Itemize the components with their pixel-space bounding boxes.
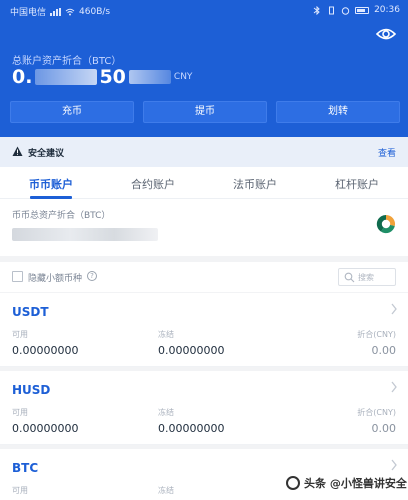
search-input[interactable]: 搜索 [338,268,396,286]
header-panel: 中国电信 460B/s 20:36 总账户资产折合（BTC） 0. 50 CNY… [0,0,408,137]
masked-digits [35,69,98,85]
search-placeholder: 搜索 [358,273,374,282]
bluetooth-icon [313,5,320,15]
spot-total-label: 币币总资产折合（BTC） [12,211,111,221]
view-link[interactable]: 查看 [378,146,396,159]
available-value: 0.00000000 [12,422,79,435]
vibrate-icon [329,6,335,14]
status-bar: 中国电信 460B/s 20:36 [0,0,408,20]
masked-digits [128,70,171,84]
asset-value-mid: 50 [99,66,126,88]
action-buttons: 充币 提币 划转 [10,101,400,123]
total-asset-value: 0. 50 CNY [12,66,192,88]
deposit-button[interactable]: 充币 [10,101,134,123]
warning-icon [12,146,23,156]
watermark-logo-icon [286,476,300,490]
frozen-header: 冻结 [158,486,174,495]
coin-name: USDT [12,305,49,319]
available-header: 可用 [12,330,28,339]
coin-name: HUSD [12,383,51,397]
signal-icon [50,7,62,16]
available-header: 可用 [12,486,28,495]
help-icon[interactable]: ? [87,271,97,281]
masked-spot-total [12,228,158,241]
security-advice-text: 安全建议 [28,149,65,159]
available-value: 0.00000000 [12,344,79,357]
hide-small-checkbox[interactable] [12,271,23,282]
search-icon [344,272,355,283]
alarm-icon [341,6,350,15]
watermark-text: 头条 @小怪兽讲安全 [304,477,407,490]
chevron-right-icon [391,459,397,471]
available-header: 可用 [12,408,28,417]
tab-contract-account[interactable]: 合约账户 [102,176,204,192]
chevron-right-icon [391,303,397,315]
account-tabs: 币币账户 合约账户 法币账户 杠杆账户 [0,167,408,199]
eye-icon[interactable] [376,26,396,42]
filter-bar: 隐藏小额币种 ? 搜索 [0,262,408,292]
wifi-icon [65,8,75,15]
asset-value-prefix: 0. [12,66,33,88]
frozen-header: 冻结 [158,408,174,417]
asset-unit: CNY [173,72,193,82]
chevron-right-icon [391,381,397,393]
security-advice-bar[interactable]: 安全建议 查看 [0,137,408,167]
spot-summary: 币币总资产折合（BTC） [0,199,408,256]
hide-small-label: 隐藏小额币种 [28,274,83,284]
equivalent-header: 折合(CNY) [357,330,396,339]
frozen-header: 冻结 [158,330,174,339]
equivalent-value: 0.00 [371,422,397,435]
equivalent-header: 折合(CNY) [357,408,396,417]
frozen-value: 0.00000000 [158,344,225,357]
asset-distribution-pie-icon[interactable] [376,214,396,234]
coin-row[interactable]: HUSD 可用 冻结 折合(CNY) 0.00000000 0.00000000… [0,371,408,445]
coin-name: BTC [12,461,39,475]
battery-icon [355,6,370,14]
withdraw-button[interactable]: 提币 [143,101,267,123]
total-asset-label: 总账户资产折合（BTC） [12,56,122,67]
tab-fiat-account[interactable]: 法币账户 [204,176,306,192]
frozen-value: 0.00000000 [158,422,225,435]
network-speed: 460B/s [79,6,111,17]
tab-margin-account[interactable]: 杠杆账户 [306,176,408,192]
transfer-button[interactable]: 划转 [276,101,400,123]
watermark: 头条 @小怪兽讲安全 [286,475,407,491]
carrier-text: 中国电信 [10,8,47,18]
coin-row[interactable]: USDT 可用 冻结 折合(CNY) 0.00000000 0.00000000… [0,293,408,367]
equivalent-value: 0.00 [371,344,397,357]
clock-text: 20:36 [374,5,400,15]
tab-spot-account[interactable]: 币币账户 [0,176,102,192]
